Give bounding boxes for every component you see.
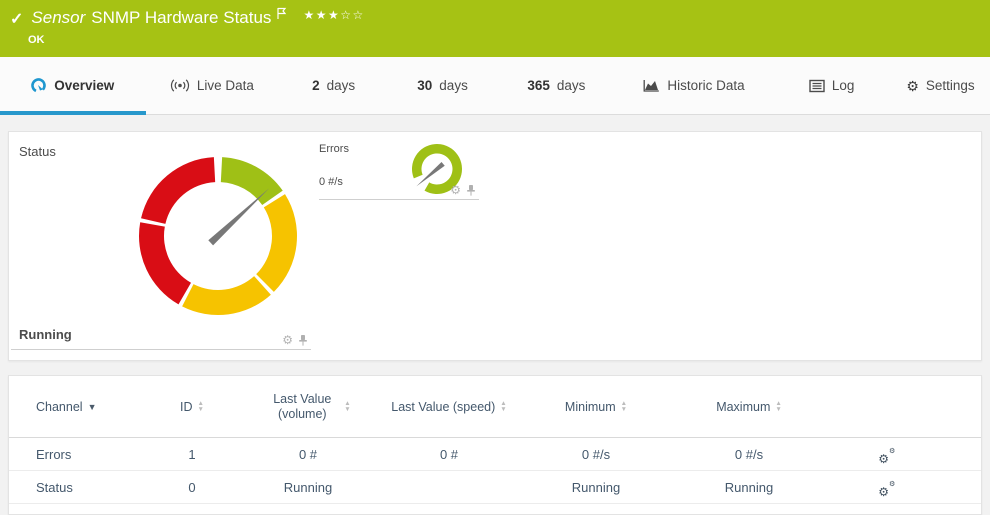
tab-30-days[interactable]: 30 days: [388, 57, 497, 114]
tab-historic-data[interactable]: Historic Data: [616, 57, 772, 114]
tab-365-days-number: 365: [527, 78, 550, 93]
gauges-panel: Status Running ⚙ Errors 0 #/s ⚙: [8, 131, 982, 361]
table-row: Errors 1 0 # 0 # 0 #/s 0 #/s ⚙ ⚙: [9, 438, 981, 471]
object-kind-label: Sensor: [31, 8, 86, 27]
channel-id-cell: 0: [188, 479, 196, 495]
column-header-last-value-speed[interactable]: Last Value (speed) ▲ ▼: [366, 400, 532, 414]
tab-2-days-label: days: [326, 78, 356, 93]
tab-overview[interactable]: Overview: [0, 57, 145, 114]
page-title: SNMP Hardware Status: [91, 8, 272, 27]
last-value-speed-cell: 0 #: [439, 446, 459, 462]
channel-name-cell: Status: [36, 479, 73, 495]
column-header-last-value-volume[interactable]: Last Value (volume) ▲ ▼: [250, 392, 366, 422]
tab-live-data-label: Live Data: [196, 78, 254, 93]
channel-gear-icon[interactable]: ⚙: [450, 184, 461, 196]
tab-2-days[interactable]: 2 days: [279, 57, 388, 114]
status-gauge: [139, 157, 297, 315]
status-gauge-footer: Running ⚙: [11, 324, 311, 350]
column-header-minimum[interactable]: Minimum ▲ ▼: [532, 400, 660, 414]
last-value-volume-cell: Running: [283, 479, 333, 495]
maximum-cell: Running: [724, 479, 774, 495]
channel-gear-icon[interactable]: ⚙: [282, 334, 293, 346]
tab-overview-label: Overview: [54, 78, 115, 93]
table-row: Status 0 Running Running Running ⚙ ⚙: [9, 471, 981, 504]
errors-gauge-label: Errors: [319, 143, 349, 155]
tab-365-days-label: days: [556, 78, 586, 93]
column-header-channel[interactable]: Channel ▼: [9, 400, 134, 414]
channel-name-cell: Errors: [36, 446, 72, 462]
active-tab-underline: [0, 111, 146, 115]
column-header-maximum[interactable]: Maximum ▲ ▼: [660, 400, 838, 414]
tab-2-days-number: 2: [312, 78, 320, 93]
gear-icon: ⚙: [906, 77, 919, 94]
tab-30-days-label: days: [439, 78, 468, 93]
status-gauge-label: Status: [19, 144, 56, 159]
maximum-cell: 0 #/s: [734, 446, 764, 462]
column-header-maximum-label: Maximum: [716, 399, 771, 414]
sensor-status-badge: OK: [28, 34, 45, 46]
stars-empty: ☆☆: [340, 8, 365, 22]
tab-365-days[interactable]: 365 days: [497, 57, 616, 114]
priority-stars[interactable]: ★★★☆☆: [303, 8, 364, 22]
gauge-icon: [31, 78, 47, 93]
channels-table-panel: Channel ▼ ID ▲ ▼ Last Value (volume) ▲ ▼ L…: [8, 375, 982, 515]
column-header-id[interactable]: ID ▲ ▼: [134, 400, 250, 414]
tab-bar: Overview Live Data 2 days 30 days 365 da…: [0, 57, 990, 115]
pin-icon[interactable]: [466, 184, 476, 196]
tab-30-days-number: 30: [417, 78, 433, 93]
stars-filled: ★★★: [303, 8, 341, 22]
tab-live-data[interactable]: Live Data: [145, 57, 280, 114]
tab-historic-data-label: Historic Data: [667, 78, 745, 93]
column-header-last-value-volume-label: Last Value (volume): [273, 391, 332, 421]
errors-gauge-value: 0 #/s: [319, 176, 343, 188]
priority-flag-icon[interactable]: [276, 7, 287, 25]
sort-both-icon: ▲ ▼: [197, 400, 204, 413]
tab-settings-label: Settings: [925, 78, 975, 93]
log-list-icon: [809, 79, 825, 92]
sort-both-icon: ▲ ▼: [775, 400, 782, 413]
column-header-minimum-label: Minimum: [564, 399, 616, 414]
sort-both-icon: ▲ ▼: [344, 400, 351, 413]
column-header-channel-label: Channel: [36, 399, 83, 414]
ok-check-icon: ✓: [10, 11, 24, 28]
last-value-volume-cell: 0 #: [298, 446, 318, 462]
column-header-id-label: ID: [180, 399, 193, 414]
sort-both-icon: ▲ ▼: [620, 400, 628, 413]
column-header-last-value-speed-label: Last Value (speed): [391, 399, 496, 414]
minimum-cell: 0 #/s: [581, 446, 611, 462]
sort-both-icon: ▲ ▼: [500, 400, 507, 413]
tab-settings[interactable]: ⚙ Settings: [891, 57, 990, 114]
sensor-header: ✓ Sensor SNMP Hardware Status ★★★☆☆ OK: [0, 0, 990, 57]
live-data-icon: [170, 79, 189, 92]
sort-desc-icon: ▼: [87, 401, 97, 412]
status-gauge-value: Running: [19, 327, 72, 342]
pin-icon[interactable]: [298, 334, 308, 346]
tab-log[interactable]: Log: [772, 57, 891, 114]
errors-gauge-block: Errors 0 #/s ⚙: [319, 143, 479, 200]
area-chart-icon: [643, 80, 660, 92]
minimum-cell: Running: [571, 479, 621, 495]
channel-id-cell: 1: [188, 446, 196, 462]
tab-log-label: Log: [831, 78, 855, 93]
table-header-row: Channel ▼ ID ▲ ▼ Last Value (volume) ▲ ▼ L…: [9, 376, 981, 438]
